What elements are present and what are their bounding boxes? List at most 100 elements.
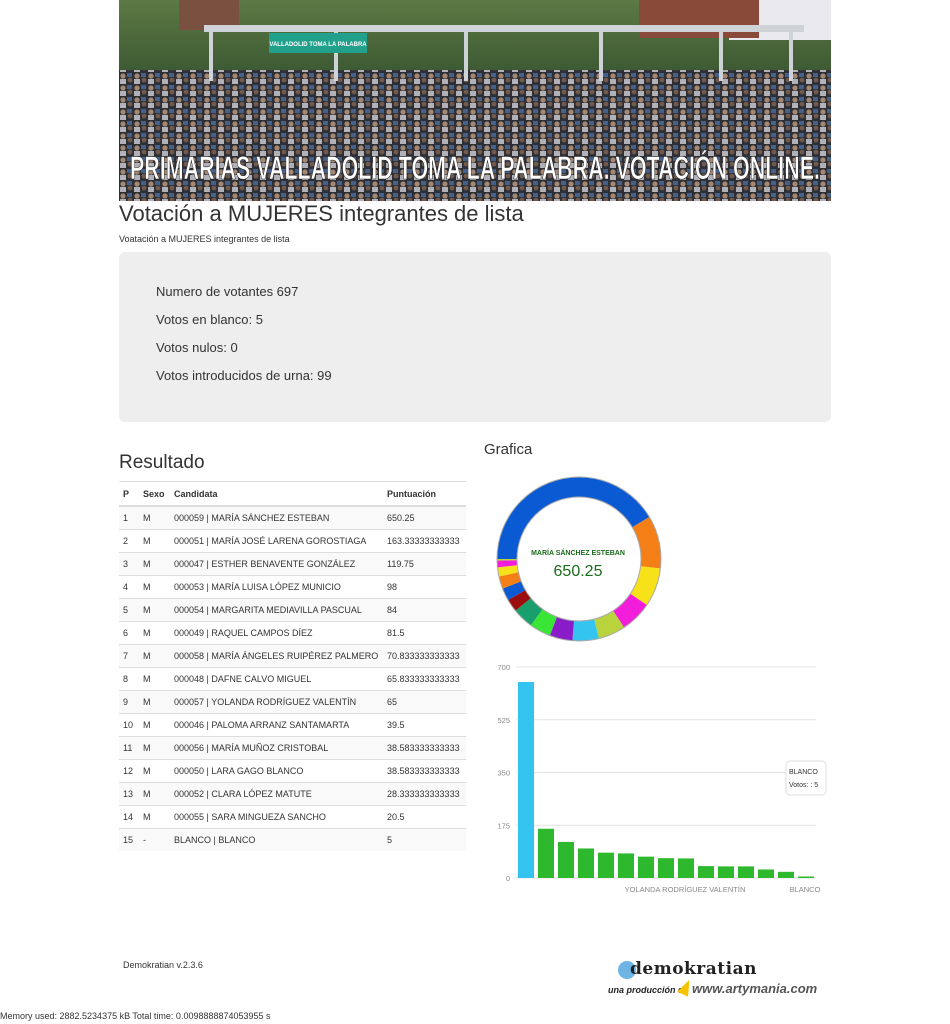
donut-slice[interactable] [630, 565, 661, 606]
stat-urn-votes: Votos introducidos de urna: 99 [156, 368, 332, 383]
cell-position: 7 [119, 644, 139, 668]
cell-position: 9 [119, 690, 139, 714]
bar[interactable] [778, 871, 794, 878]
logo-text: demokratian [630, 959, 757, 979]
bar[interactable] [518, 682, 534, 878]
table-row: 6 M 000049 | RAQUEL CAMPOS DÍEZ 81.5 [119, 621, 466, 645]
stat-blank-votes: Votos en blanco: 5 [156, 312, 263, 327]
cell-score: 84 [383, 598, 466, 622]
bar[interactable] [698, 866, 714, 878]
table-row: 4 M 000053 | MARÍA LUISA LÓPEZ MUNICIO 98 [119, 575, 466, 599]
col-header-sex: Sexo [139, 481, 170, 507]
donut-slice[interactable] [515, 597, 543, 626]
page-subtitle: Voatación a MUJERES integrantes de lista [119, 234, 290, 244]
donut-slice[interactable] [497, 477, 650, 560]
cell-sex: M [139, 805, 170, 829]
bar[interactable] [558, 841, 574, 878]
donut-slice[interactable] [593, 610, 625, 639]
cell-score: 38.583333333333 [383, 736, 466, 760]
donut-slice[interactable] [502, 581, 526, 601]
cell-position: 13 [119, 782, 139, 806]
banner-title: PRIMARIAS VALLADOLID TOMA LA PALABRA. VO… [130, 150, 820, 186]
chart-title: Grafica [484, 441, 533, 458]
cell-candidate: 000053 | MARÍA LUISA LÓPEZ MUNICIO [170, 575, 383, 599]
cell-score: 65 [383, 690, 466, 714]
cell-sex: M [139, 621, 170, 645]
cell-score: 650.25 [383, 505, 466, 530]
donut-slice[interactable] [549, 616, 575, 641]
tooltip-value: Votos: : 5 [789, 782, 818, 789]
cell-sex: M [139, 529, 170, 553]
cell-score: 70.833333333333 [383, 644, 466, 668]
table-row: 10 M 000046 | PALOMA ARRANZ SANTAMARTA 39.5 [119, 713, 466, 737]
cell-candidate: 000056 | MARÍA MUÑOZ CRISTOBAL [170, 736, 383, 760]
header-banner: VALLADOLID TOMA LA PALABRA PRIMARIAS VAL… [119, 0, 831, 201]
bar[interactable] [738, 866, 754, 878]
donut-slice[interactable] [498, 572, 522, 589]
cell-score: 81.5 [383, 621, 466, 645]
donut-slices [496, 476, 662, 642]
table-row: 14 M 000055 | SARA MINGUEZA SANCHO 20.5 [119, 805, 466, 829]
bar[interactable] [638, 856, 654, 878]
stat-voters: Numero de votantes 697 [156, 284, 299, 299]
donut-slice[interactable] [497, 565, 519, 577]
cell-score: 65.833333333333 [383, 667, 466, 691]
cell-position: 15 [119, 828, 139, 851]
donut-slice[interactable] [612, 593, 647, 628]
cell-position: 12 [119, 759, 139, 783]
bar[interactable] [618, 853, 634, 878]
cell-candidate: 000055 | SARA MINGUEZA SANCHO [170, 805, 383, 829]
y-tick-label: 525 [497, 716, 510, 725]
cell-sex: M [139, 667, 170, 691]
bar[interactable] [798, 876, 814, 878]
table-row: 13 M 000052 | CLARA LÓPEZ MATUTE 28.3333333… [119, 782, 466, 806]
stats-panel: Numero de votantes 697 Votos en blanco: … [119, 252, 831, 422]
table-row: 9 M 000057 | YOLANDA RODRÍGUEZ VALENTÍN 65 [119, 690, 466, 714]
bar[interactable] [538, 828, 554, 878]
cell-candidate: BLANCO | BLANCO [170, 828, 383, 851]
donut-slice[interactable] [572, 619, 599, 641]
table-header-row: P Sexo Candidata Puntuación [119, 481, 466, 507]
donut-slice[interactable] [632, 517, 661, 569]
bar-tooltip: BLANCO Votos: : 5 [785, 760, 827, 796]
bar[interactable] [758, 869, 774, 878]
table-row: 7 M 000058 | MARÍA ÁNGELES RUIPÉREZ PALMER… [119, 644, 466, 668]
bar[interactable] [578, 848, 594, 878]
cell-score: 20.5 [383, 805, 466, 829]
cell-position: 2 [119, 529, 139, 553]
bar[interactable] [678, 858, 694, 878]
logo-url-link[interactable]: www.artymania.com [692, 981, 817, 996]
cell-candidate: 000054 | MARGARITA MEDIAVILLA PASCUAL [170, 598, 383, 622]
cell-candidate: 000059 | MARÍA SÁNCHEZ ESTEBAN [170, 505, 383, 530]
col-header-position: P [119, 481, 139, 507]
table-row: 2 M 000051 | MARÍA JOSÉ LARENA GOROSTIAGA 1… [119, 529, 466, 553]
y-tick-label: 350 [497, 769, 510, 778]
bar[interactable] [658, 858, 674, 878]
table-row: 11 M 000056 | MARÍA MUÑOZ CRISTOBAL 38.5833… [119, 736, 466, 760]
cell-sex: M [139, 552, 170, 576]
donut-chart: MARÍA SÁNCHEZ ESTEBAN 650.25 [496, 476, 662, 642]
cell-position: 1 [119, 505, 139, 530]
col-header-candidate: Candidata [170, 481, 383, 507]
cell-sex: M [139, 690, 170, 714]
cell-candidate: 000057 | YOLANDA RODRÍGUEZ VALENTÍN [170, 690, 383, 714]
cell-score: 119.75 [383, 552, 466, 576]
cell-score: 39.5 [383, 713, 466, 737]
demokratian-logo[interactable]: demokratian una producción de www.artyma… [606, 957, 826, 1001]
bar[interactable] [598, 852, 614, 878]
bar[interactable] [718, 866, 734, 878]
table-row: 12 M 000050 | LARA GAGO BLANCO 38.583333333… [119, 759, 466, 783]
cell-candidate: 000052 | CLARA LÓPEZ MATUTE [170, 782, 383, 806]
y-tick-label: 175 [497, 821, 510, 830]
donut-slice[interactable] [530, 608, 558, 636]
cell-sex: M [139, 598, 170, 622]
cell-sex: M [139, 644, 170, 668]
donut-slice[interactable] [508, 589, 532, 611]
x-tick-label-blanco: BLANCO [790, 885, 821, 894]
cell-sex: M [139, 759, 170, 783]
stat-null-votes: Votos nulos: 0 [156, 340, 238, 355]
cell-candidate: 000048 | DAFNE CALVO MIGUEL [170, 667, 383, 691]
donut-center-label: MARÍA SÁNCHEZ ESTEBAN [531, 548, 625, 557]
table-row: 8 M 000048 | DAFNE CALVO MIGUEL 65.83333333… [119, 667, 466, 691]
logo-subtext: una producción de [608, 985, 689, 995]
